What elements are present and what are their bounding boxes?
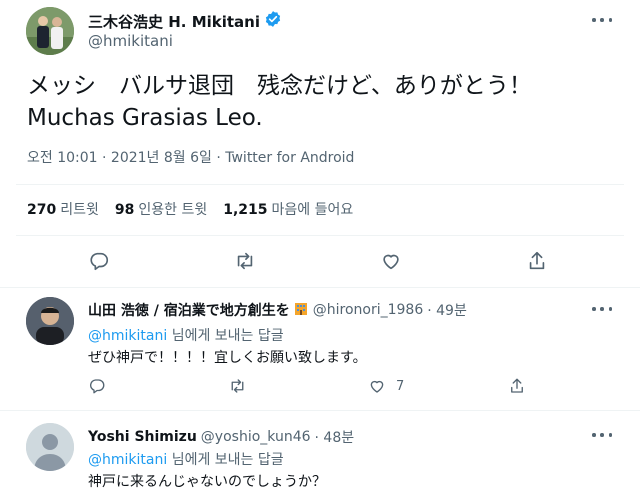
verified-badge-icon — [264, 10, 282, 32]
author-name[interactable]: 三木谷浩史 H. Mikitani — [88, 11, 260, 32]
more-options-icon[interactable] — [592, 432, 612, 438]
tweet-text-line-2: Muchas Grasias Leo. — [27, 105, 263, 131]
retweet-icon — [237, 252, 253, 270]
tweet-detail-view: 三木谷浩史 H. Mikitani @hmikitani メッシ バルサ退団 残… — [0, 0, 640, 496]
author-name-row: 三木谷浩史 H. Mikitani — [88, 10, 282, 32]
divider — [16, 184, 624, 185]
heart-icon — [370, 380, 384, 393]
heart-icon — [383, 254, 399, 270]
more-options-icon[interactable] — [592, 17, 612, 23]
author-handle[interactable]: @hmikitani — [88, 32, 173, 50]
reply-share-button[interactable] — [508, 377, 526, 395]
tweet-text-line-1: メッシ バルサ退団 残念だけど、ありがとう！ — [27, 73, 532, 99]
reply-avatar[interactable] — [26, 423, 74, 471]
divider — [0, 287, 640, 288]
reply-icon — [90, 379, 105, 394]
replying-to-label: 님에게 보내는 답글 — [171, 328, 284, 344]
reply-author-handle[interactable]: @yoshio_kun46 — [201, 429, 311, 445]
author-avatar[interactable] — [26, 7, 74, 55]
share-button[interactable] — [526, 250, 548, 272]
retweets-stat[interactable]: 270 리트윗 — [27, 199, 99, 219]
reply-text: ぜひ神戸で！！！！宜しくお願い致します。 — [88, 350, 367, 366]
building-emoji-icon — [293, 300, 309, 320]
divider — [16, 235, 624, 236]
reply-time[interactable]: · 48분 — [315, 427, 355, 447]
replying-to: @hmikitani 님에게 보내는 답글 — [88, 325, 284, 345]
reply-button[interactable] — [88, 250, 110, 272]
replying-to: @hmikitani 님에게 보내는 답글 — [88, 449, 284, 469]
reply-avatar[interactable] — [26, 297, 74, 345]
retweet-button[interactable] — [233, 250, 257, 272]
reply-text: 神戸に来るんじゃないのでしょうか？ — [88, 474, 326, 490]
reply-reply-button[interactable] — [88, 377, 106, 395]
reply-time[interactable]: · 49분 — [427, 300, 467, 320]
reply-author-name[interactable]: 山田 浩徳 / 宿泊業で地方創生を — [88, 300, 290, 320]
reply-icon — [90, 252, 109, 271]
retweet-icon — [231, 379, 244, 393]
reply-author-handle[interactable]: @hironori_1986 — [313, 302, 424, 318]
replying-to-handle[interactable]: @hmikitani — [88, 452, 167, 468]
tweet-meta[interactable]: 오전 10:01 · 2021년 8월 6일 · Twitter for And… — [27, 147, 354, 167]
like-button[interactable] — [380, 250, 402, 272]
replying-to-label: 님에게 보내는 답글 — [171, 452, 284, 468]
reply-like-count: 7 — [396, 378, 405, 394]
divider — [0, 410, 640, 411]
share-icon — [511, 378, 523, 393]
replying-to-handle[interactable]: @hmikitani — [88, 328, 167, 344]
tweet-text: メッシ バルサ退団 残念だけど、ありがとう！ Muchas Grasias Le… — [27, 70, 532, 134]
default-profile-icon — [26, 423, 74, 471]
more-options-icon[interactable] — [592, 306, 612, 312]
tweet-stats: 270 리트윗 98 인용한 트윗 1,215 마음에 들어요 — [27, 199, 353, 219]
likes-stat[interactable]: 1,215 마음에 들어요 — [223, 199, 353, 219]
reply-retweet-button[interactable] — [228, 377, 247, 395]
quotes-stat[interactable]: 98 인용한 트윗 — [115, 199, 207, 219]
reply-author-name[interactable]: Yoshi Shimizu — [88, 429, 197, 445]
share-icon — [529, 251, 545, 270]
reply-like-button[interactable]: 7 — [368, 377, 404, 395]
